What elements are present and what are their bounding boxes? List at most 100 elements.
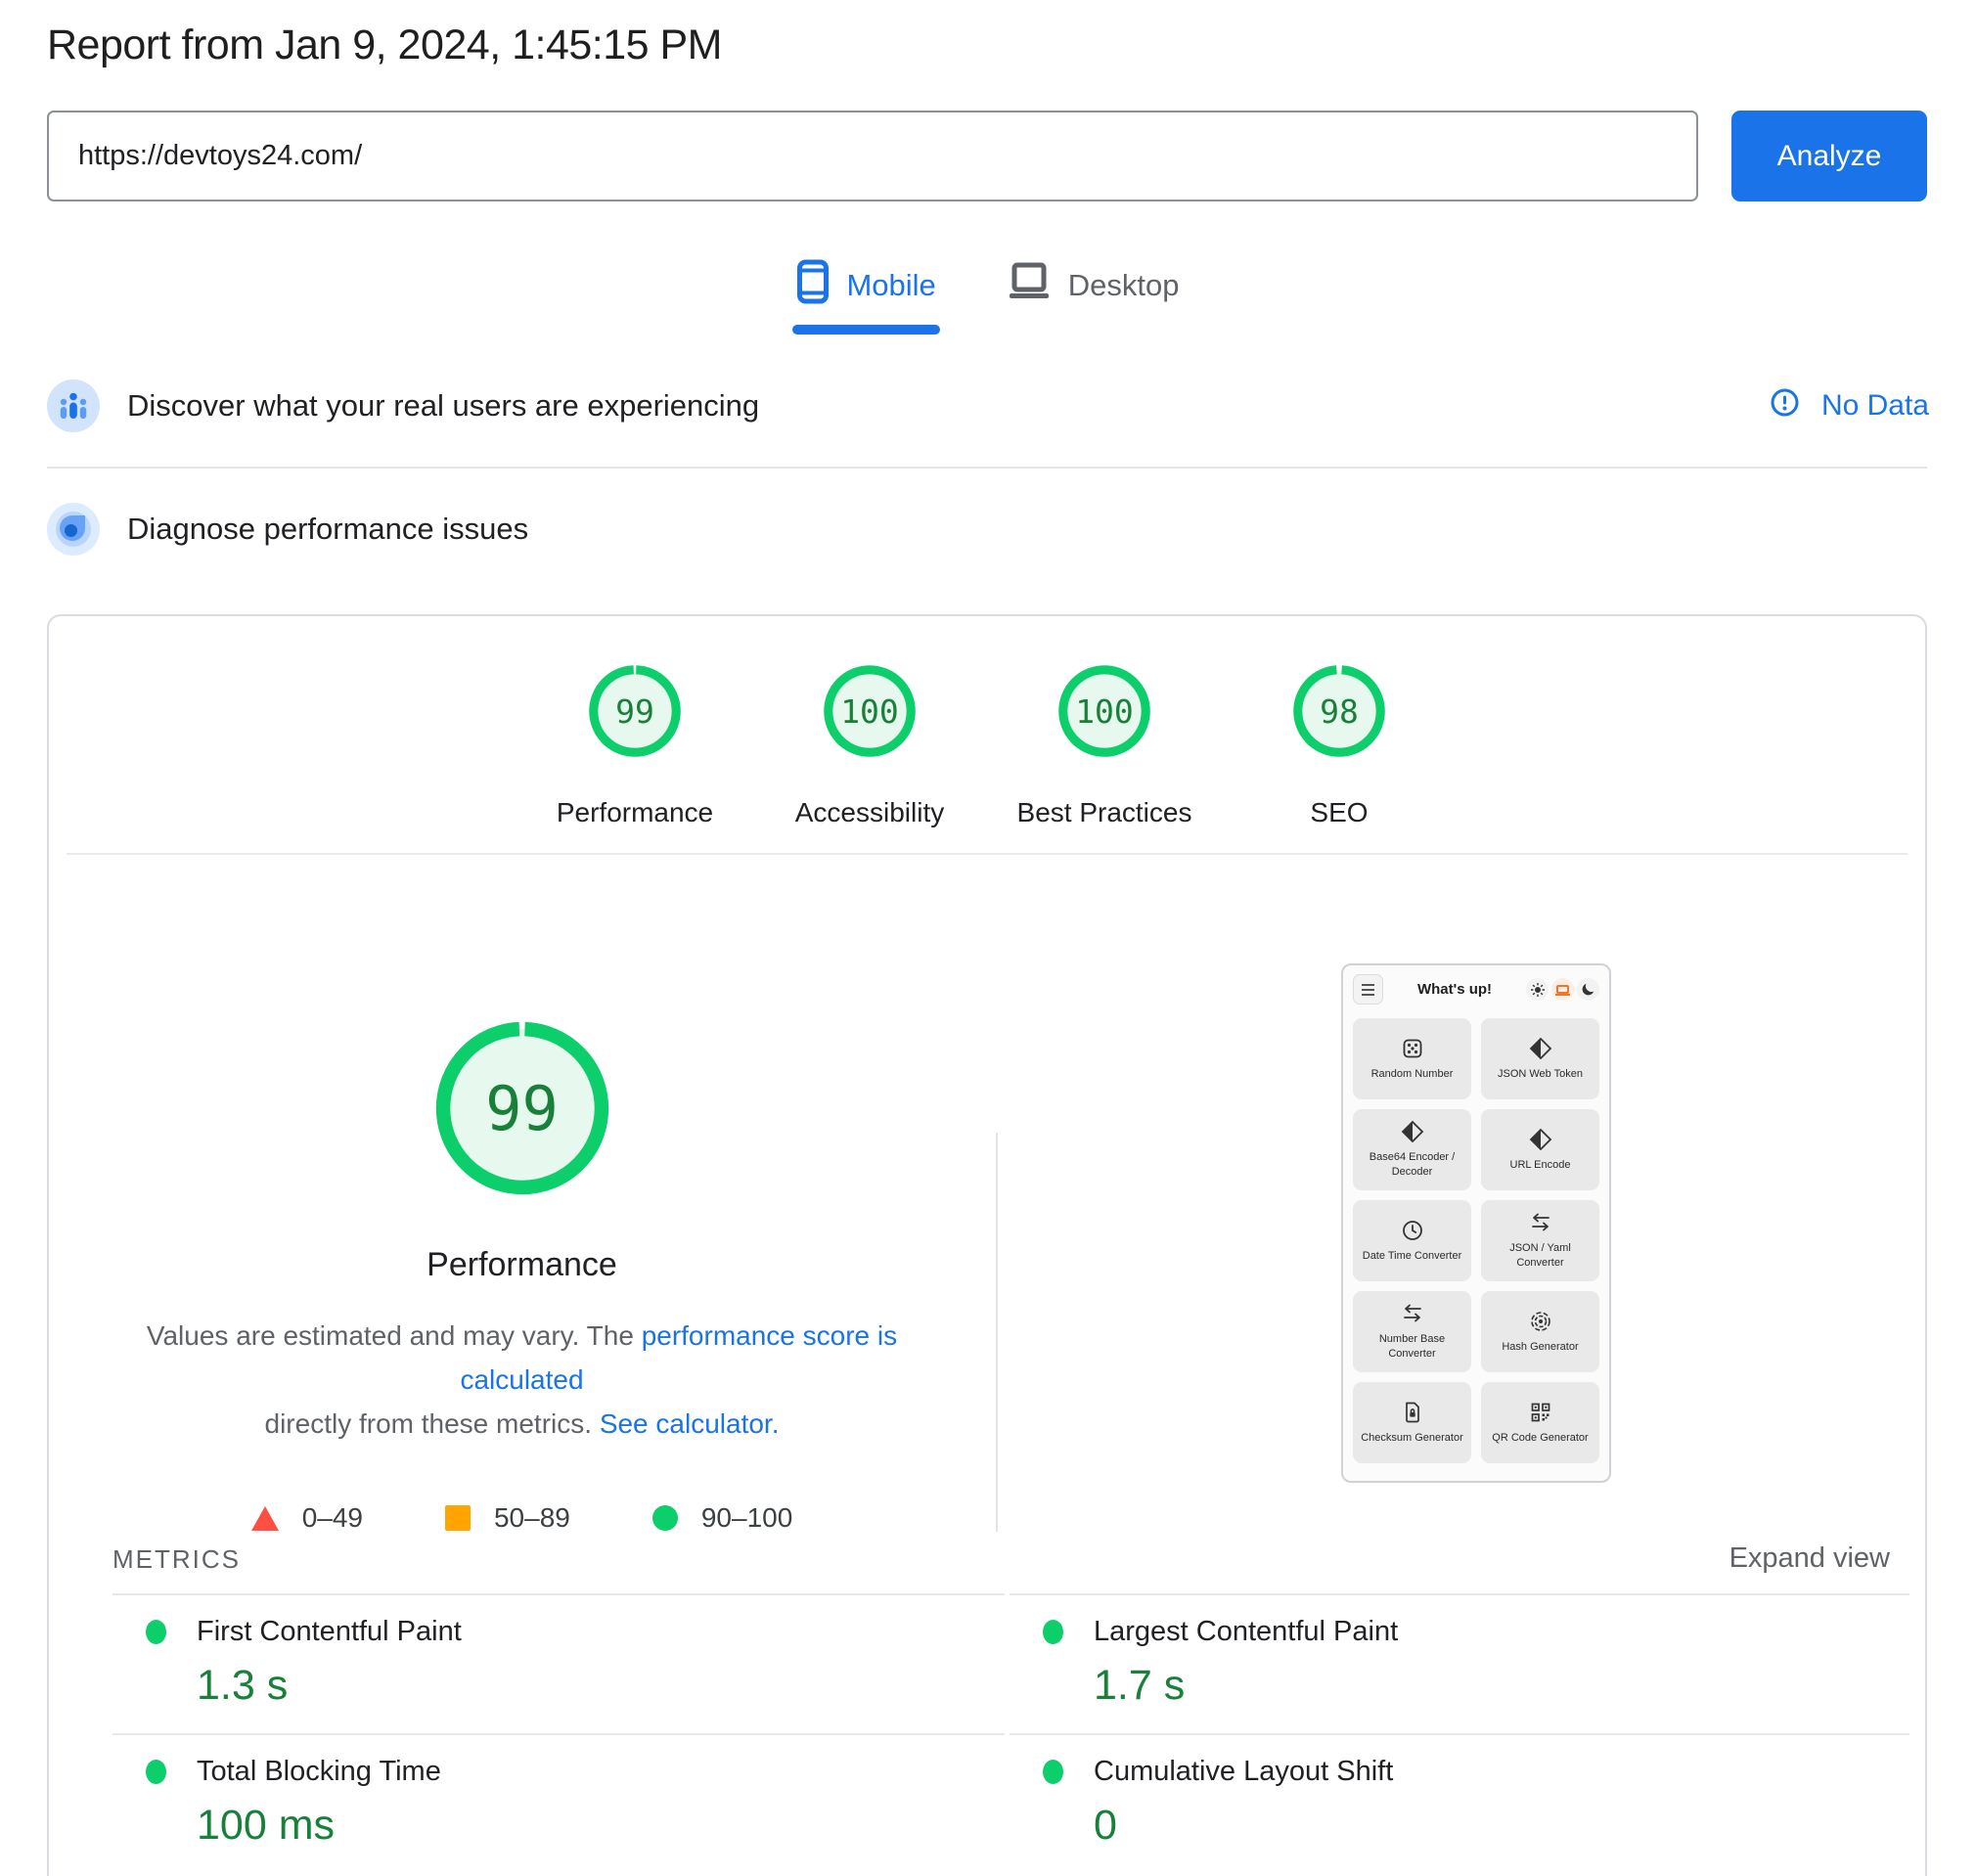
metric-tbt: Total Blocking Time 100 ms [112,1733,1005,1873]
score-label: Performance [557,797,713,828]
swap-arrows-icon [1401,1302,1424,1325]
qr-code-icon [1529,1401,1552,1424]
legend-pass: 90–100 [652,1502,792,1534]
score-value: 98 [1292,664,1386,758]
vertical-divider [996,1133,998,1532]
metric-value: 1.7 s [1094,1662,1909,1710]
red-triangle-icon [251,1506,279,1531]
score-label: Accessibility [795,797,944,828]
see-calculator-link[interactable]: See calculator. [600,1408,780,1439]
pagespeed-report-page: Report from Jan 9, 2024, 1:45:15 PM Anal… [0,0,1976,1876]
clock-icon [1401,1219,1424,1242]
green-dot-icon [146,1620,166,1644]
score-seo[interactable]: 98 SEO [1222,664,1457,828]
tab-mobile[interactable]: Mobile [796,262,935,309]
page-screenshot-thumbnail[interactable]: What's up! Random Number [1341,963,1611,1483]
green-dot-icon [1043,1760,1063,1784]
score-label: Best Practices [1017,797,1192,828]
score-accessibility[interactable]: 100 Accessibility [752,664,987,828]
screenshot-app-title: What's up! [1383,981,1526,998]
screenshot-app-header: What's up! [1343,965,1609,1008]
page-title: Report from Jan 9, 2024, 1:45:15 PM [47,22,722,69]
orange-square-icon [445,1505,471,1531]
hamburger-menu-icon [1353,974,1383,1005]
disclaimer-text: directly from these metrics. [265,1408,600,1439]
tile-json-yaml: JSON / Yaml Converter [1481,1200,1599,1281]
crux-section-header: Discover what your real users are experi… [47,380,1929,432]
analyze-button[interactable]: Analyze [1731,111,1927,201]
card-divider [67,853,1908,855]
url-input[interactable] [47,111,1698,201]
disclaimer-text: Values are estimated and may vary. The [147,1320,642,1351]
section-divider [47,467,1927,469]
tab-desktop-label: Desktop [1068,268,1180,303]
score-performance[interactable]: 99 Performance [517,664,752,828]
legend-average: 50–89 [445,1502,570,1534]
file-lock-icon [1401,1401,1424,1424]
moon-icon [1577,978,1599,1001]
metric-cls: Cumulative Layout Shift 0 [1010,1733,1909,1873]
tile-hash-generator: Hash Generator [1481,1291,1599,1372]
no-data-label: No Data [1821,389,1929,423]
tile-json-web-token: JSON Web Token [1481,1018,1599,1099]
score-best-practices[interactable]: 100 Best Practices [987,664,1222,828]
no-data-link[interactable]: No Data [1770,387,1929,425]
score-disclaimer: Values are estimated and may vary. The p… [97,1314,948,1446]
score-legend: 0–49 50–89 90–100 [49,1502,995,1534]
tile-qr-code-generator: QR Code Generator [1481,1382,1599,1463]
legend-range: 90–100 [701,1502,792,1534]
metrics-column-left: First Contentful Paint 1.3 s Total Block… [112,1593,1005,1873]
legend-range: 50–89 [494,1502,570,1534]
score-value: 100 [1057,664,1151,758]
gauge-value: 99 [429,1015,615,1201]
expand-view-button[interactable]: Expand view [1729,1542,1890,1575]
swap-arrows-icon [1529,1211,1552,1234]
diagnose-compass-icon [47,503,100,556]
performance-gauge-block: 99 Performance Values are estimated and … [49,1015,995,1534]
tile-checksum-generator: Checksum Generator [1353,1382,1471,1463]
diamond-icon [1401,1120,1424,1143]
green-dot-icon [1043,1620,1063,1644]
performance-gauge[interactable]: 99 [429,1015,615,1201]
dice-icon [1401,1037,1424,1060]
score-value: 100 [823,664,917,758]
diamond-icon [1529,1128,1552,1151]
real-users-icon [47,380,100,432]
desktop-laptop-icon [1007,261,1052,310]
legend-range: 0–49 [302,1502,363,1534]
info-icon [1770,387,1800,425]
metric-value: 0 [1094,1802,1909,1850]
metrics-column-right: Largest Contentful Paint 1.7 s Cumulativ… [1010,1593,1909,1873]
metric-value: 100 ms [197,1802,1005,1850]
device-tabs: Mobile Desktop [0,262,1976,309]
tile-url-encode: URL Encode [1481,1109,1599,1190]
theme-toggle [1526,978,1599,1001]
metric-value: 1.3 s [197,1662,1005,1710]
tab-mobile-label: Mobile [846,268,935,303]
tab-desktop[interactable]: Desktop [1007,262,1180,309]
green-dot-icon [146,1760,166,1784]
fingerprint-icon [1529,1310,1552,1333]
score-value: 99 [588,664,682,758]
metrics-heading: METRICS [112,1544,241,1575]
lab-section-header: Diagnose performance issues [47,503,1929,556]
report-card: 99 Performance 100 Accessibility 100 Bes… [47,614,1927,1876]
green-circle-icon [652,1505,678,1531]
mobile-phone-icon [796,259,830,312]
metric-fcp: First Contentful Paint 1.3 s [112,1593,1005,1733]
lab-section-title: Diagnose performance issues [127,512,528,547]
score-label: SEO [1310,797,1368,828]
category-scores-row: 99 Performance 100 Accessibility 100 Bes… [49,664,1925,828]
gauge-heading: Performance [49,1246,995,1284]
tool-grid: Random Number JSON Web Token Base64 Enco… [1343,1008,1609,1473]
sun-icon [1526,978,1549,1001]
tile-date-time: Date Time Converter [1353,1200,1471,1281]
legend-fail: 0–49 [251,1502,363,1534]
crux-section-title: Discover what your real users are experi… [127,388,759,424]
tile-random-number: Random Number [1353,1018,1471,1099]
tile-number-base: Number Base Converter [1353,1291,1471,1372]
metric-lcp: Largest Contentful Paint 1.7 s [1010,1593,1909,1733]
laptop-icon [1551,978,1574,1001]
tile-base64: Base64 Encoder / Decoder [1353,1109,1471,1190]
diamond-icon [1529,1037,1552,1060]
